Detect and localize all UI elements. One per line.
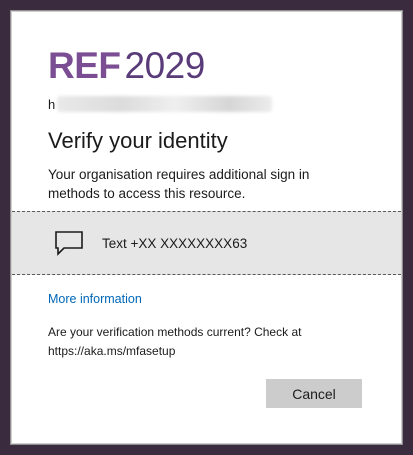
cancel-button[interactable]: Cancel — [266, 379, 362, 408]
verification-notice-line2: https://aka.ms/mfasetup — [48, 344, 176, 358]
logo-year-text: 2029 — [124, 45, 206, 86]
page-description: Your organisation requires additional si… — [48, 167, 310, 201]
window-frame: REF 2029 h Verify your identity Your org… — [0, 0, 413, 455]
ref-2029-logo: REF 2029 — [48, 44, 205, 84]
text-message-method-option[interactable]: Text +XX XXXXXXXX63 — [12, 211, 401, 275]
message-icon — [54, 230, 84, 256]
account-identifier: h — [48, 94, 273, 114]
account-redacted-blur — [57, 96, 273, 112]
method-label: Text +XX XXXXXXXX63 — [102, 235, 248, 251]
account-prefix: h — [48, 96, 56, 112]
verification-notice-line1: Are your verification methods current? C… — [48, 325, 302, 339]
page-title: Verify your identity — [48, 128, 228, 153]
more-information-link[interactable]: More information — [48, 292, 142, 306]
logo-ref-text: REF — [48, 45, 121, 86]
mfa-dialog: REF 2029 h Verify your identity Your org… — [11, 11, 402, 444]
verification-notice: Are your verification methods current? C… — [48, 323, 358, 361]
